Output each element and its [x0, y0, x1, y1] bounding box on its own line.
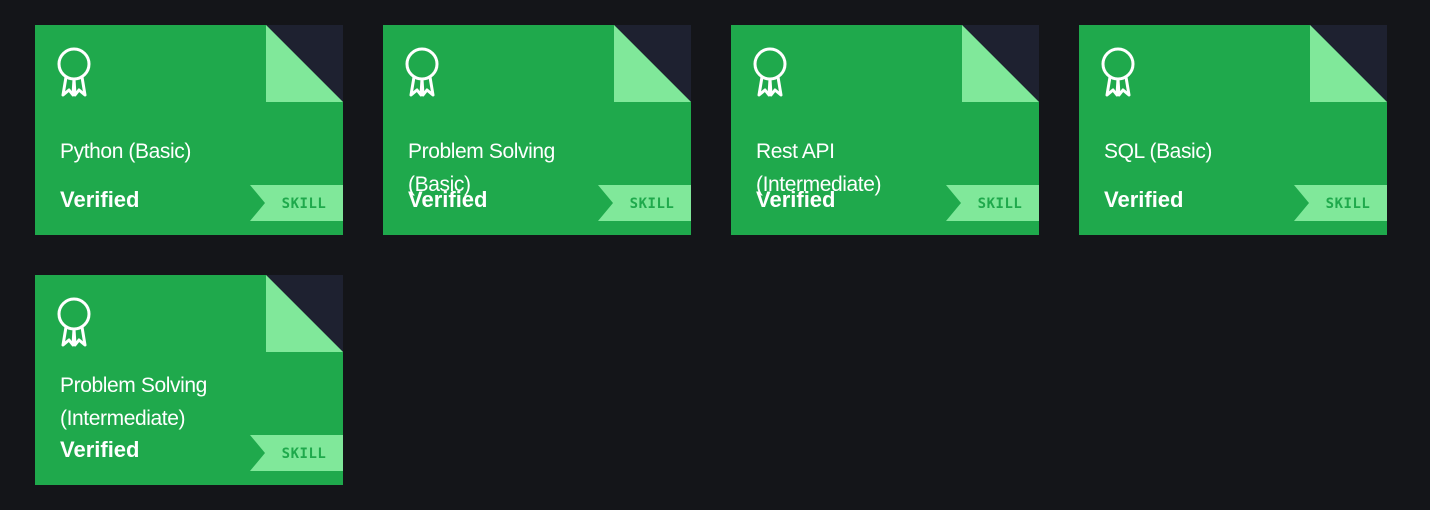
skill-tag-label: SKILL — [281, 446, 327, 462]
badge-card-sql-basic[interactable]: SQL (Basic) Verified SKILL — [1079, 25, 1387, 235]
skill-tag-label: SKILL — [629, 196, 675, 212]
badge-title: Python (Basic) — [60, 140, 191, 163]
page-fold-corner — [962, 25, 1039, 102]
award-ribbon-icon — [753, 47, 787, 97]
award-ribbon-icon — [57, 47, 91, 97]
badge-grid: Python (Basic) Verified SKILL Problem So… — [0, 0, 1430, 510]
page-fold-corner — [266, 25, 343, 102]
award-ribbon-icon — [405, 47, 439, 97]
badge-card-python-basic[interactable]: Python (Basic) Verified SKILL — [35, 25, 343, 235]
page-fold-corner — [266, 275, 343, 352]
badge-card-problem-solving-basic[interactable]: Problem Solving (Basic) Verified SKILL — [383, 25, 691, 235]
skill-tag-label: SKILL — [977, 196, 1023, 212]
award-ribbon-icon — [57, 297, 91, 347]
badge-status: Verified — [408, 187, 488, 212]
badge-card-problem-solving-intermediate[interactable]: Problem Solving (Intermediate) Verified … — [35, 275, 343, 485]
badge-card-rest-api-intermediate[interactable]: Rest API (Intermediate) Verified SKILL — [731, 25, 1039, 235]
badge-status: Verified — [1104, 187, 1184, 212]
badge-status: Verified — [756, 187, 836, 212]
badge-status: Verified — [60, 187, 140, 212]
skill-tag-label: SKILL — [281, 196, 327, 212]
page-fold-corner — [614, 25, 691, 102]
badge-title: Problem Solving (Intermediate) — [60, 374, 207, 430]
badge-status: Verified — [60, 437, 140, 462]
badge-title: SQL (Basic) — [1104, 140, 1213, 163]
award-ribbon-icon — [1101, 47, 1135, 97]
page-fold-corner — [1310, 25, 1387, 102]
skill-tag-label: SKILL — [1325, 196, 1371, 212]
